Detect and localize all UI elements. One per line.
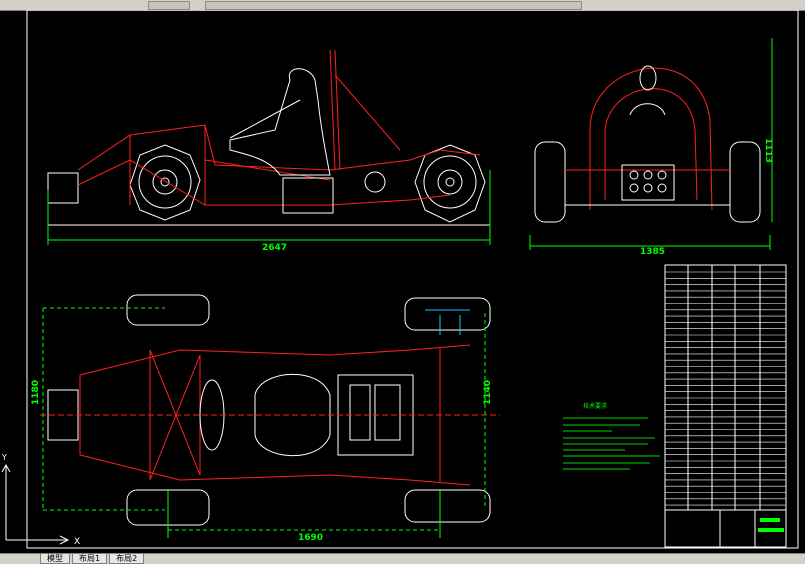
tech-requirements-title: 技术要求 (583, 402, 607, 410)
dim-front-height: 1113 (763, 138, 773, 163)
ucs-x-label: X (74, 537, 80, 547)
dim-side-length: 2647 (262, 243, 287, 253)
dim-top-left-width: 1180 (31, 380, 41, 405)
dim-front-width: 1385 (640, 247, 665, 257)
side-view: 2647 (47, 49, 491, 253)
front-view: 1385 1113 (529, 38, 773, 257)
ucs-icon (1, 463, 70, 545)
toolbar-dropdown[interactable] (148, 1, 190, 10)
dim-top-right-width: 1140 (483, 380, 493, 405)
dim-wheelbase: 1690 (298, 533, 323, 543)
drawing-canvas[interactable]: 2647 1385 1113 1690 1180 1140 技术要求 Y X (0, 10, 805, 553)
parts-list-table (664, 264, 787, 548)
ucs-y-label: Y (1, 453, 7, 462)
tech-requirements: 技术要求 (563, 402, 660, 470)
layout-tabs: 模型 布局1 布局2 (0, 553, 805, 564)
top-view: 1690 1180 1140 (31, 294, 500, 543)
toolbar-command-area[interactable] (205, 1, 582, 10)
